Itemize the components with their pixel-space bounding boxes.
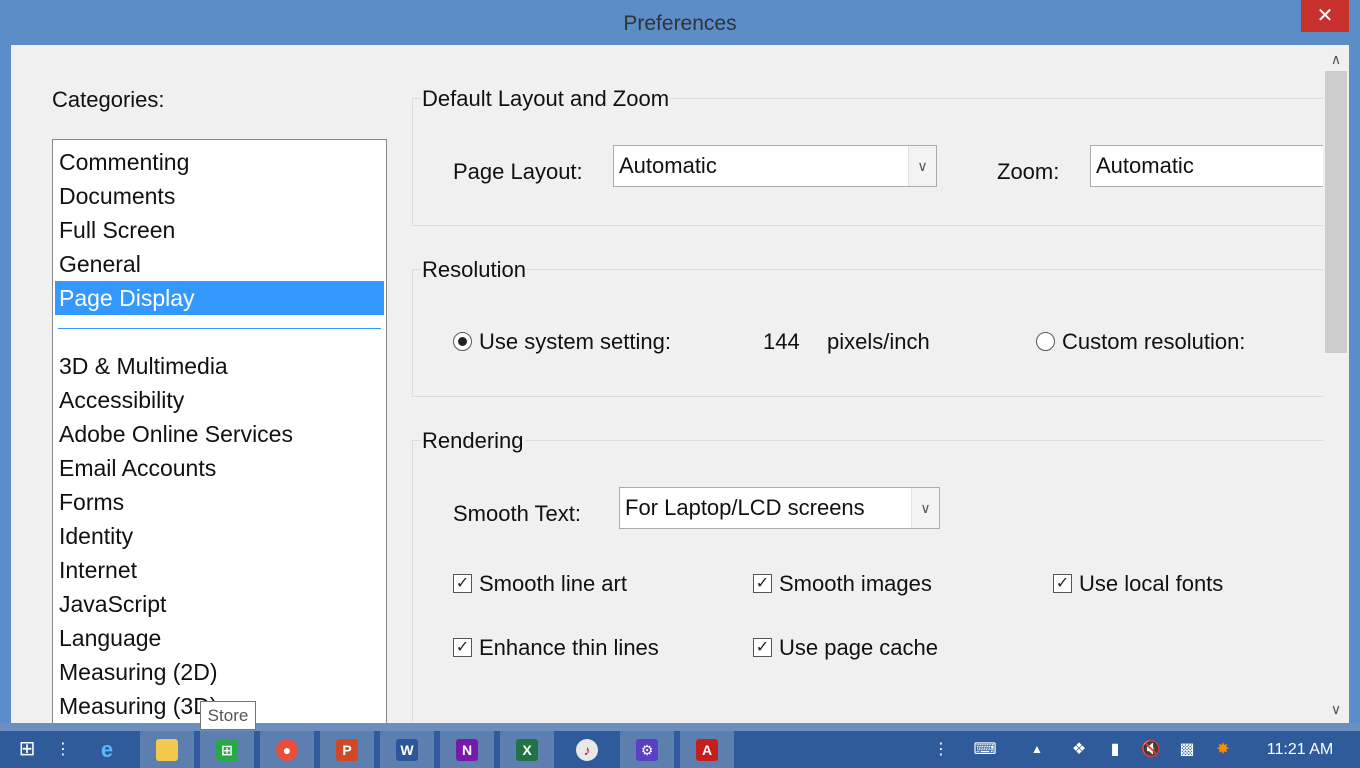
smooth-text-select[interactable]: For Laptop/LCD screens ∨ [619,487,940,529]
powerpoint-icon: P [336,738,358,761]
network-icon[interactable]: ▩ [1174,731,1200,768]
resolution-title: Resolution [421,257,527,283]
chrome-button[interactable]: ● [260,731,314,768]
onenote-icon: N [456,738,478,761]
category-accessibility[interactable]: Accessibility [55,383,384,417]
settings-icon: ⚙ [636,738,658,761]
itunes-button[interactable]: ♪ [560,731,614,768]
scrollbar-thumb[interactable] [1325,71,1347,353]
chrome-icon: ● [276,738,298,761]
system-setting-label: Use system setting: [479,329,671,354]
itunes-icon: ♪ [576,738,598,761]
category-adobe-online-services[interactable]: Adobe Online Services [55,417,384,451]
taskbar: ⊞ ⋮ e ⊞ ● P W N X ♪ ⚙ A ⋮ ⌨ ▲ ❖ ▮ 🔇 ▩ ✸ … [0,731,1360,768]
close-icon: ✕ [1316,5,1334,27]
dropbox-icon[interactable]: ❖ [1066,731,1092,768]
enhance-thin-lines-label: Enhance thin lines [479,635,659,660]
page-layout-value: Automatic [619,153,717,178]
resolution-unit: pixels/inch [827,329,930,354]
category-email-accounts[interactable]: Email Accounts [55,451,384,485]
rendering-title: Rendering [421,428,525,454]
scroll-down-icon[interactable]: ∨ [1323,697,1349,721]
category-general[interactable]: General [55,247,384,281]
word-icon: W [396,738,418,761]
smooth-images-label: Smooth images [779,571,932,596]
vertical-scrollbar[interactable]: ∧ ∨ [1323,45,1349,723]
start-icon: ⊞ [18,738,36,760]
layout-zoom-title: Default Layout and Zoom [421,86,671,112]
category-measuring-2d[interactable]: Measuring (2D) [55,655,384,689]
battery-icon[interactable]: ▮ [1102,731,1128,768]
show-hidden-icons-icon[interactable]: ▲ [1026,731,1048,768]
powerpoint-button[interactable]: P [320,731,374,768]
custom-resolution-radio[interactable] [1036,332,1055,351]
category-3d-multimedia[interactable]: 3D & Multimedia [55,349,384,383]
scroll-up-icon[interactable]: ∧ [1323,47,1349,71]
dialog-client: Categories: Commenting Documents Full Sc… [11,45,1349,723]
category-identity[interactable]: Identity [55,519,384,553]
store-button[interactable]: ⊞ [200,731,254,768]
resolution-value: 144 [763,329,800,354]
category-javascript[interactable]: JavaScript [55,587,384,621]
settings-button[interactable]: ⚙ [620,731,674,768]
enhance-thin-lines-checkbox[interactable]: ✓ [453,638,472,657]
tray-grip-icon: ⋮ [933,741,949,758]
store-icon: ⊞ [216,738,238,761]
task-view-icon: ⋮ [55,741,71,758]
volume-muted-icon[interactable]: 🔇 [1138,731,1164,768]
avast-icon[interactable]: ✸ [1210,731,1236,768]
start-button[interactable]: ⊞ [0,731,54,768]
category-full-screen[interactable]: Full Screen [55,213,384,247]
window-frame-left [0,45,11,723]
page-layout-label: Page Layout: [453,159,583,184]
categories-list[interactable]: Commenting Documents Full Screen General… [52,139,387,723]
use-local-fonts-label: Use local fonts [1079,571,1224,596]
excel-button[interactable]: X [500,731,554,768]
zoom-select[interactable]: Automatic [1090,145,1330,187]
custom-resolution-label: Custom resolution: [1062,329,1246,354]
page-layout-select[interactable]: Automatic ∨ [613,145,937,187]
task-view-button[interactable]: ⋮ [50,731,76,768]
category-forms[interactable]: Forms [55,485,384,519]
file-explorer-icon [156,738,178,761]
use-local-fonts-checkbox[interactable]: ✓ [1053,574,1072,593]
file-explorer-button[interactable] [140,731,194,768]
window-frame-right [1349,45,1360,723]
keyboard-icon[interactable]: ⌨ [970,731,1000,768]
category-internet[interactable]: Internet [55,553,384,587]
use-page-cache-label: Use page cache [779,635,938,660]
acrobat-button[interactable]: A [680,731,734,768]
word-button[interactable]: W [380,731,434,768]
internet-explorer-icon: e [100,736,114,762]
internet-explorer-button[interactable]: e [80,731,134,768]
chevron-down-icon: ∨ [911,488,939,528]
window-title: Preferences [623,12,737,35]
close-button[interactable]: ✕ [1301,0,1349,32]
acrobat-icon: A [696,738,718,761]
system-setting-radio[interactable] [453,332,472,351]
zoom-label: Zoom: [997,159,1060,184]
smooth-line-art-checkbox[interactable]: ✓ [453,574,472,593]
categories-label: Categories: [52,87,165,112]
smooth-text-label: Smooth Text: [453,501,581,526]
category-language[interactable]: Language [55,621,384,655]
onenote-button[interactable]: N [440,731,494,768]
excel-icon: X [516,738,538,761]
smooth-line-art-label: Smooth line art [479,571,627,596]
category-page-display[interactable]: Page Display [55,281,384,315]
category-commenting[interactable]: Commenting [55,145,384,179]
zoom-value: Automatic [1096,153,1194,178]
taskbar-clock[interactable]: 11:21 AM [1252,731,1348,768]
smooth-text-value: For Laptop/LCD screens [625,495,865,520]
tooltip: Store [200,701,256,730]
use-page-cache-checkbox[interactable]: ✓ [753,638,772,657]
category-documents[interactable]: Documents [55,179,384,213]
chevron-down-icon: ∨ [908,146,936,186]
smooth-images-checkbox[interactable]: ✓ [753,574,772,593]
category-divider [58,328,381,329]
